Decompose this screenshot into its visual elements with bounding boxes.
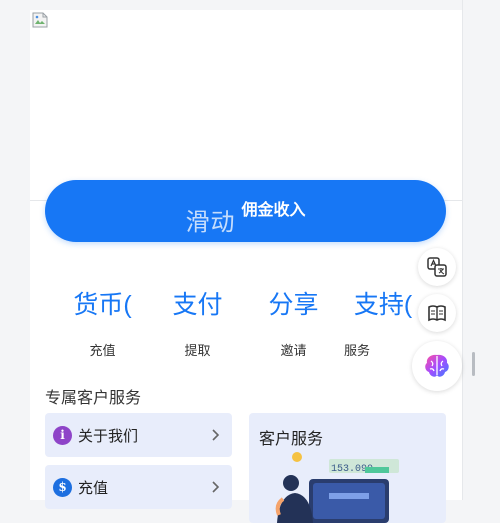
dollar-icon: $ — [53, 477, 72, 497]
feature-support[interactable]: 支持( 服务 — [342, 288, 424, 359]
menu-item-about[interactable]: i 关于我们 — [45, 413, 232, 457]
service-card-title: 客户服务 — [259, 431, 324, 448]
ai-assistant-button[interactable] — [412, 341, 462, 391]
feature-share[interactable]: 分享 邀请 — [246, 288, 341, 359]
feature-label: 服务 — [344, 343, 371, 358]
menu-item-label: 关于我们 — [78, 427, 139, 445]
brain-icon — [425, 354, 449, 377]
broken-image-icon — [32, 12, 48, 28]
hero-banner — [30, 10, 462, 201]
side-drawer-handle[interactable] — [472, 352, 475, 376]
section-title: 专属客户服务 — [45, 390, 142, 407]
feature-title: 货币( — [73, 291, 132, 319]
customer-service-card[interactable]: 客户服务 153.090 — [249, 413, 446, 523]
feature-label: 邀请 — [280, 343, 307, 358]
translate-button[interactable] — [418, 248, 456, 286]
reader-button[interactable] — [418, 294, 456, 332]
menu-item-recharge[interactable]: $ 充值 — [45, 465, 232, 509]
feature-label: 提取 — [184, 343, 211, 358]
feature-title: 分享 — [268, 291, 319, 319]
chevron-right-icon — [212, 481, 220, 493]
feature-title: 支持( — [353, 291, 413, 319]
feature-title: 支付 — [172, 291, 223, 319]
menu-item-label: 充值 — [78, 479, 109, 497]
reader-icon — [428, 305, 446, 322]
info-icon: i — [53, 425, 72, 445]
slide-button-sublabel: 佣金收入 — [241, 202, 306, 219]
slide-button[interactable]: 滑动 佣金收入 — [45, 180, 446, 242]
service-illustration: 153.090 — [275, 452, 399, 523]
translate-icon — [427, 257, 447, 277]
feature-payment[interactable]: 支付 提取 — [150, 288, 245, 359]
feature-label: 充值 — [89, 343, 116, 358]
feature-currency[interactable]: 货币( 充值 — [55, 288, 150, 359]
page-edge — [462, 0, 463, 500]
slide-button-label: 滑动 — [185, 208, 236, 236]
chevron-right-icon — [212, 429, 220, 441]
